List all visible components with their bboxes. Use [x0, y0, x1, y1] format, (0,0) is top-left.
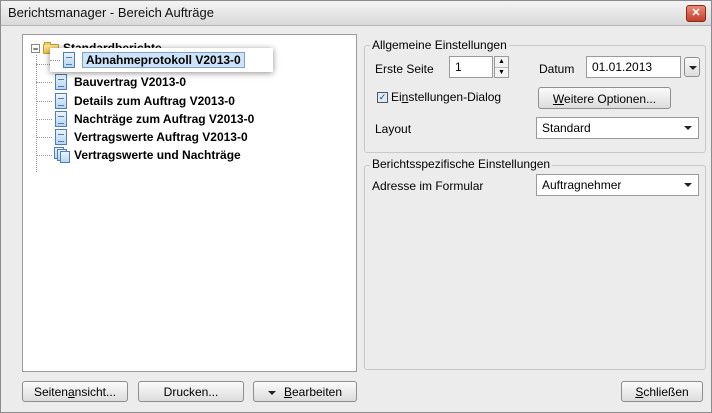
- tree-item-bauvertrag[interactable]: Bauvertrag V2013-0: [36, 73, 186, 91]
- address-dropdown[interactable]: Auftragnehmer: [536, 174, 699, 196]
- selected-item-label: Abnahmeprotokoll V2013-0: [82, 52, 245, 68]
- layout-label: Layout: [375, 122, 412, 136]
- date-picker-button[interactable]: [684, 57, 700, 77]
- tree-item-label: Vertragswerte Auftrag V2013-0: [74, 130, 248, 144]
- layout-dropdown[interactable]: Standard: [536, 117, 699, 139]
- document-icon: [54, 93, 68, 109]
- tree-item-label: Bauvertrag V2013-0: [74, 75, 187, 89]
- address-label: Adresse im Formular: [372, 179, 484, 193]
- tree-connector: [36, 154, 52, 156]
- tree-item-label: Vertragswerte und Nachträge: [74, 148, 241, 162]
- address-dropdown-value: Auftragnehmer: [542, 178, 622, 192]
- tree-connector: [50, 59, 60, 61]
- more-options-button[interactable]: Weitere Optionen...: [538, 87, 671, 109]
- report-tree[interactable]: − Standardberichte Abnahmeprotokoll V201…: [22, 34, 357, 372]
- first-page-label: Erste Seite: [375, 62, 434, 76]
- collapse-icon[interactable]: −: [31, 43, 40, 53]
- tree-item-label: Nachträge zum Auftrag V2013-0: [74, 112, 255, 126]
- tree-item-vertragswerte-auftrag[interactable]: Vertragswerte Auftrag V2013-0: [36, 128, 248, 146]
- tree-connector: [36, 136, 52, 138]
- chevron-down-icon: [267, 390, 276, 395]
- date-input[interactable]: 01.01.2013: [586, 56, 681, 78]
- settings-dialog-checkbox[interactable]: ✓: [377, 92, 388, 103]
- print-button[interactable]: Drucken...: [138, 381, 244, 402]
- date-label: Datum: [539, 62, 575, 76]
- tree-connector: [36, 100, 52, 102]
- close-window-button[interactable]: ✕: [686, 5, 706, 22]
- first-page-spinner[interactable]: ▲ ▼: [494, 56, 509, 78]
- report-manager-window: Berichtsmanager - Bereich Aufträge ✕ − S…: [0, 0, 712, 413]
- first-page-input[interactable]: 1: [449, 56, 493, 78]
- window-title: Berichtsmanager - Bereich Aufträge: [8, 5, 214, 20]
- selected-tree-item-highlight[interactable]: Abnahmeprotokoll V2013-0: [50, 48, 273, 72]
- tree-item-nachtraege[interactable]: Nachträge zum Auftrag V2013-0: [36, 110, 254, 128]
- page-preview-button[interactable]: Seitenansicht...: [22, 381, 128, 402]
- chevron-down-icon: [689, 66, 697, 70]
- title-bar[interactable]: Berichtsmanager - Bereich Aufträge ✕: [1, 1, 711, 26]
- tree-connector: [36, 118, 52, 120]
- spin-up-icon[interactable]: ▲: [495, 57, 508, 68]
- tree-connector: [36, 81, 52, 83]
- report-specific-settings-title: Berichtsspezifische Einstellungen: [370, 157, 553, 171]
- tree-item-label: Details zum Auftrag V2013-0: [74, 94, 235, 108]
- chevron-down-icon: [684, 183, 692, 187]
- selected-tree-item[interactable]: Abnahmeprotokoll V2013-0: [50, 51, 245, 69]
- chevron-down-icon: [684, 126, 692, 130]
- tree-item-vertragswerte-nachtraege[interactable]: Vertragswerte und Nachträge: [36, 146, 241, 164]
- edit-button[interactable]: Bearbeiten: [253, 381, 357, 402]
- spin-down-icon[interactable]: ▼: [495, 68, 508, 78]
- settings-dialog-label[interactable]: Einstellungen-Dialog: [391, 90, 501, 104]
- layout-dropdown-value: Standard: [542, 121, 591, 135]
- close-button[interactable]: Schließen: [621, 381, 703, 402]
- document-icon: [54, 111, 68, 127]
- document-icon: [54, 129, 68, 145]
- document-icon: [62, 52, 76, 68]
- general-settings-title: Allgemeine Einstellungen: [370, 38, 509, 52]
- document-icon: [54, 74, 68, 90]
- tree-item-details-auftrag[interactable]: Details zum Auftrag V2013-0: [36, 92, 235, 110]
- document-stack-icon: [54, 147, 70, 163]
